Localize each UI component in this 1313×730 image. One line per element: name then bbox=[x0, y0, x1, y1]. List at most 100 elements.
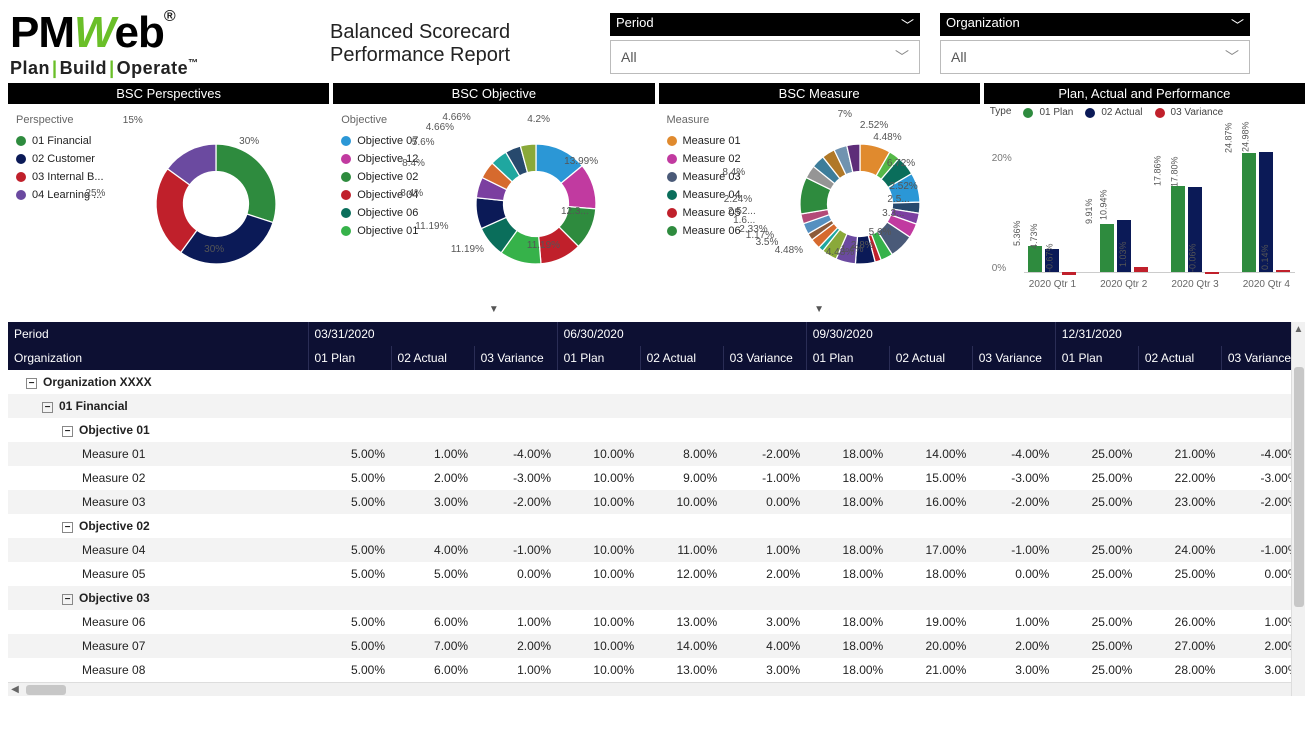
cell: 5.00% bbox=[308, 562, 391, 586]
vertical-scrollbar[interactable]: ▲ bbox=[1291, 322, 1305, 696]
row-label: −01 Financial bbox=[8, 394, 308, 418]
bar[interactable]: 17.86% bbox=[1171, 186, 1185, 272]
cell: 21.00% bbox=[889, 658, 972, 682]
col-period[interactable]: Period bbox=[8, 322, 308, 346]
cell bbox=[723, 370, 806, 394]
cell: 10.00% bbox=[557, 634, 640, 658]
bar[interactable]: 1.03% bbox=[1134, 267, 1148, 272]
legend-item[interactable]: 03 Internal B... bbox=[16, 168, 104, 186]
period-filter-select[interactable]: All ﹀ bbox=[610, 40, 920, 74]
cell: 3.00% bbox=[972, 658, 1055, 682]
cell: 5.00% bbox=[308, 658, 391, 682]
col-q3[interactable]: 09/30/2020 bbox=[806, 322, 1055, 346]
collapse-icon[interactable]: − bbox=[62, 426, 73, 437]
legend-item[interactable]: 01 Financial bbox=[16, 132, 104, 150]
legend-item[interactable]: Measure 02 bbox=[667, 150, 741, 168]
scroll-up-icon[interactable]: ▲ bbox=[1292, 322, 1305, 337]
bar-value-label: 17.86% bbox=[1153, 156, 1163, 187]
row-label: −Organization XXXX bbox=[8, 370, 308, 394]
bar-value-label: -0.67% bbox=[1045, 243, 1055, 272]
cell: 10.00% bbox=[557, 658, 640, 682]
bar[interactable]: -0.06% bbox=[1205, 272, 1219, 274]
cell: 25.00% bbox=[1055, 466, 1138, 490]
cell: 2.00% bbox=[474, 634, 557, 658]
legend-item[interactable]: Measure 06 bbox=[667, 222, 741, 240]
table-group-row[interactable]: −Organization XXXX bbox=[8, 370, 1305, 394]
bar[interactable]: 5.36% bbox=[1028, 246, 1042, 272]
table-group-row[interactable]: −Objective 03 bbox=[8, 586, 1305, 610]
cell bbox=[972, 370, 1055, 394]
collapse-icon[interactable]: − bbox=[62, 522, 73, 533]
cell: 5.00% bbox=[308, 610, 391, 634]
cell: 18.00% bbox=[806, 490, 889, 514]
cell: 28.00% bbox=[1138, 658, 1221, 682]
cell: 5.00% bbox=[308, 538, 391, 562]
bar[interactable]: -0.67% bbox=[1062, 272, 1076, 275]
cell bbox=[1055, 418, 1138, 442]
cell: 27.00% bbox=[1138, 634, 1221, 658]
horizontal-scrollbar[interactable]: ◀ bbox=[8, 682, 1305, 696]
cell: 0.00% bbox=[972, 562, 1055, 586]
table-group-row[interactable]: −Objective 01 bbox=[8, 418, 1305, 442]
row-label: Measure 07 bbox=[8, 634, 308, 658]
donut-value-label: 30% bbox=[239, 136, 259, 147]
cell bbox=[1138, 394, 1221, 418]
bar-chart[interactable]: 20% 0% 5.36%4.73%-0.67%9.91%10.94%1.03%1… bbox=[984, 123, 1305, 320]
cell: 3.00% bbox=[391, 490, 474, 514]
cell bbox=[557, 586, 640, 610]
bar-value-label: 10.94% bbox=[1098, 189, 1108, 220]
table-row[interactable]: Measure 015.00%1.00%-4.00%10.00%8.00%-2.… bbox=[8, 442, 1305, 466]
bar-value-label: 24.98% bbox=[1241, 122, 1251, 153]
expand-icon[interactable]: ▼ bbox=[333, 304, 654, 315]
chevron-down-icon[interactable]: ﹀ bbox=[1231, 15, 1244, 34]
cell: 25.00% bbox=[1138, 562, 1221, 586]
bar[interactable]: 0.14% bbox=[1276, 270, 1290, 272]
donut-value-label: 4.48% bbox=[873, 132, 901, 143]
cell: 14.00% bbox=[889, 442, 972, 466]
legend-item[interactable]: Measure 01 bbox=[667, 132, 741, 150]
cell bbox=[474, 514, 557, 538]
cell: 0.00% bbox=[723, 490, 806, 514]
row-label: Measure 01 bbox=[8, 442, 308, 466]
table-row[interactable]: Measure 055.00%5.00%0.00%10.00%12.00%2.0… bbox=[8, 562, 1305, 586]
legend-item[interactable]: Objective 06 bbox=[341, 204, 418, 222]
bar[interactable]: 24.87% bbox=[1242, 153, 1256, 272]
legend-item[interactable]: 02 Customer bbox=[16, 150, 104, 168]
collapse-icon[interactable]: − bbox=[42, 402, 53, 413]
collapse-icon[interactable]: − bbox=[62, 594, 73, 605]
table-row[interactable]: Measure 085.00%6.00%1.00%10.00%13.00%3.0… bbox=[8, 658, 1305, 682]
bar[interactable]: 9.91% bbox=[1100, 224, 1114, 272]
col-q2[interactable]: 06/30/2020 bbox=[557, 322, 806, 346]
panel-title-measure: BSC Measure bbox=[659, 83, 980, 104]
cell: -1.00% bbox=[474, 538, 557, 562]
col-q4[interactable]: 12/31/2020 bbox=[1055, 322, 1304, 346]
legend-item[interactable]: Objective 02 bbox=[341, 168, 418, 186]
col-q1[interactable]: 03/31/2020 bbox=[308, 322, 557, 346]
table-row[interactable]: Measure 045.00%4.00%-1.00%10.00%11.00%1.… bbox=[8, 538, 1305, 562]
cell: 5.00% bbox=[308, 466, 391, 490]
table-group-row[interactable]: −01 Financial bbox=[8, 394, 1305, 418]
cell bbox=[640, 394, 723, 418]
chevron-down-icon[interactable]: ﹀ bbox=[901, 15, 914, 34]
donut-value-label: 15% bbox=[123, 115, 143, 126]
table-row[interactable]: Measure 065.00%6.00%1.00%10.00%13.00%3.0… bbox=[8, 610, 1305, 634]
col-org[interactable]: Organization bbox=[8, 346, 308, 370]
legend-item[interactable]: Objective 07 bbox=[341, 132, 418, 150]
table-row[interactable]: Measure 025.00%2.00%-3.00%10.00%9.00%-1.… bbox=[8, 466, 1305, 490]
scroll-left-icon[interactable]: ◀ bbox=[8, 684, 22, 695]
cell bbox=[806, 586, 889, 610]
table-row[interactable]: Measure 075.00%7.00%2.00%10.00%14.00%4.0… bbox=[8, 634, 1305, 658]
legend-item[interactable]: Objective 01 bbox=[341, 222, 418, 240]
cell bbox=[640, 586, 723, 610]
table-group-row[interactable]: −Objective 02 bbox=[8, 514, 1305, 538]
cell bbox=[889, 394, 972, 418]
collapse-icon[interactable]: − bbox=[26, 378, 37, 389]
organization-filter-select[interactable]: All ﹀ bbox=[940, 40, 1250, 74]
cell: 18.00% bbox=[806, 466, 889, 490]
scorecard-table[interactable]: Period 03/31/2020 06/30/2020 09/30/2020 … bbox=[8, 322, 1305, 682]
expand-icon[interactable]: ▼ bbox=[659, 304, 980, 315]
report-title: Balanced Scorecard Performance Report bbox=[330, 21, 590, 67]
table-row[interactable]: Measure 035.00%3.00%-2.00%10.00%10.00%0.… bbox=[8, 490, 1305, 514]
cell: 0.00% bbox=[474, 562, 557, 586]
cell bbox=[1138, 370, 1221, 394]
